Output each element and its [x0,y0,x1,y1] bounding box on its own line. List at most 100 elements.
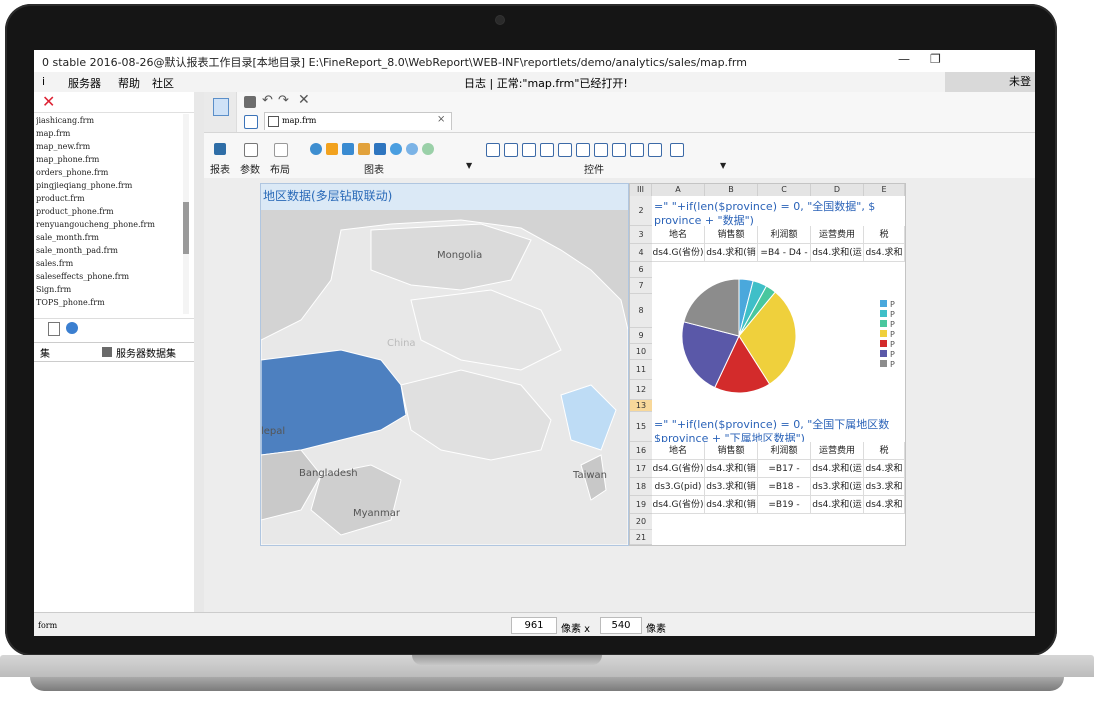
label-widget-icon[interactable] [486,143,500,157]
row-header[interactable]: 15 [630,412,652,442]
row-header[interactable]: 13 [630,400,652,412]
list-item[interactable]: pingjieqiang_phone.frm [36,179,182,192]
row-header[interactable]: 10 [630,344,652,360]
data-cell[interactable]: ds4.求和 [864,460,905,478]
header-cell[interactable]: 销售额 [705,442,758,460]
row-header[interactable]: 8 [630,294,652,328]
row-header[interactable]: 12 [630,380,652,400]
tab-map-frm[interactable]: map.frm × [264,112,452,130]
list-item[interactable]: TOPS_phone.frm [36,296,182,309]
data-cell[interactable]: ds3.求和(运 [811,478,864,496]
subtitle-formula-line2[interactable]: $province + "下属地区数据") [654,430,805,442]
column-header[interactable]: E [864,184,905,196]
tab-template-dataset[interactable]: 集 [40,345,50,360]
report-sheet[interactable]: III A B C D E 2 3 4 6 7 8 9 10 11 12 13 … [629,183,906,546]
header-cell[interactable]: 利润额 [758,442,811,460]
map-area[interactable]: Mongolia China lepal Bangladesh Taiwan M… [261,210,628,545]
data-cell[interactable]: ds4.求和(销 [705,496,758,514]
line-chart-icon[interactable] [358,143,370,155]
row-header[interactable]: 3 [630,226,652,244]
menu-item-server[interactable]: 服务器 [68,75,101,91]
list-item[interactable]: saleseffects_phone.frm [36,270,182,283]
data-cell[interactable]: ds4.求和(运 [811,244,864,262]
form-icon[interactable] [244,115,258,129]
row-header[interactable]: 2 [630,196,652,226]
scatter-chart-icon[interactable] [422,143,434,155]
row-header[interactable]: 20 [630,514,652,530]
restore-button[interactable]: ❐ [930,52,941,66]
data-cell[interactable]: ds4.G(省份) [652,244,705,262]
tree-widget-icon[interactable] [648,143,662,157]
row-header[interactable]: 16 [630,442,652,460]
layout-icon[interactable] [274,143,288,157]
preview-icon[interactable] [213,98,229,116]
data-cell[interactable]: ds4.求和(运 [811,460,864,478]
column-header[interactable]: C [758,184,811,196]
data-cell[interactable]: =B19 - [758,496,811,514]
header-cell[interactable]: 销售额 [705,226,758,244]
data-cell[interactable]: ds4.G(省份) [652,460,705,478]
parameter-icon[interactable] [244,143,258,157]
control-dropdown-icon[interactable]: ▼ [720,161,726,170]
list-item[interactable]: product.frm [36,192,182,205]
title-formula-line2[interactable]: province + "数据") [654,212,754,226]
row-header[interactable]: 17 [630,460,652,478]
row-header[interactable]: 11 [630,360,652,380]
sheet-corner[interactable]: III [630,184,652,196]
list-item[interactable]: sales.frm [36,257,182,270]
data-cell[interactable]: ds4.求和(销 [705,244,758,262]
bar-chart-icon[interactable] [326,143,338,155]
width-field[interactable]: 961 [511,617,557,634]
data-cell[interactable]: ds3.G(pid) [652,478,705,496]
number-widget-icon[interactable] [594,143,608,157]
scrollbar-thumb[interactable] [183,202,189,254]
header-cell[interactable]: 运营费用 [811,442,864,460]
data-cell[interactable]: ds3.求和 [864,478,905,496]
date-widget-icon[interactable] [558,143,572,157]
close-tab-icon[interactable]: × [437,114,445,125]
column-header[interactable]: D [811,184,864,196]
chart-dropdown-icon[interactable]: ▼ [466,161,472,170]
list-item[interactable]: renyuangoucheng_phone.frm [36,218,182,231]
login-button[interactable]: 未登 [945,72,1035,92]
data-cell[interactable]: ds4.求和(销 [705,460,758,478]
textbox-widget-icon[interactable] [522,143,536,157]
tab-server-dataset[interactable]: 服务器数据集 [116,345,176,360]
row-header[interactable]: 21 [630,530,652,545]
list-item-selected[interactable]: map.frm [36,129,70,138]
data-cell[interactable]: ds4.求和(运 [811,496,864,514]
menu-item-help[interactable]: 帮助 [118,75,140,91]
row-header[interactable]: 9 [630,328,652,344]
menu-item-community[interactable]: 社区 [152,75,174,91]
delete-icon[interactable]: ✕ [298,92,310,108]
data-cell[interactable]: ds4.求和 [864,496,905,514]
row-header[interactable]: 4 [630,244,652,262]
data-cell[interactable]: ds4.G(省份) [652,496,705,514]
minimize-button[interactable]: — [898,52,910,66]
search-widget-icon[interactable] [670,143,684,157]
list-item[interactable]: sale_month.frm [36,231,182,244]
combobox-widget-icon[interactable] [540,143,554,157]
header-cell[interactable]: 地名 [652,442,705,460]
button-widget-icon[interactable] [504,143,518,157]
row-header[interactable]: 18 [630,478,652,496]
radar-chart-icon[interactable] [406,143,418,155]
list-item[interactable]: Sign.frm [36,283,182,296]
menu-item-info[interactable]: i [42,75,45,88]
row-header[interactable]: 7 [630,278,652,294]
map-widget[interactable]: 地区数据(多层钻取联动) Mongolia China lepal Bangla… [260,183,629,546]
pie-chart-icon[interactable] [310,143,322,155]
header-cell[interactable]: 利润额 [758,226,811,244]
report-block-icon[interactable] [214,143,226,155]
close-icon[interactable]: ✕ [42,92,55,111]
column-chart-icon[interactable] [342,143,354,155]
undo-icon[interactable]: ↶ [262,93,273,108]
column-header[interactable]: B [705,184,758,196]
header-cell[interactable]: 地名 [652,226,705,244]
panel-divider[interactable] [194,92,204,612]
list-item[interactable]: map_new.frm [36,140,182,153]
header-cell[interactable]: 运营费用 [811,226,864,244]
data-cell[interactable]: ds4.求和 [864,244,905,262]
list-item[interactable]: sale_month_pad.frm [36,244,182,257]
calendar-widget-icon[interactable] [576,143,590,157]
